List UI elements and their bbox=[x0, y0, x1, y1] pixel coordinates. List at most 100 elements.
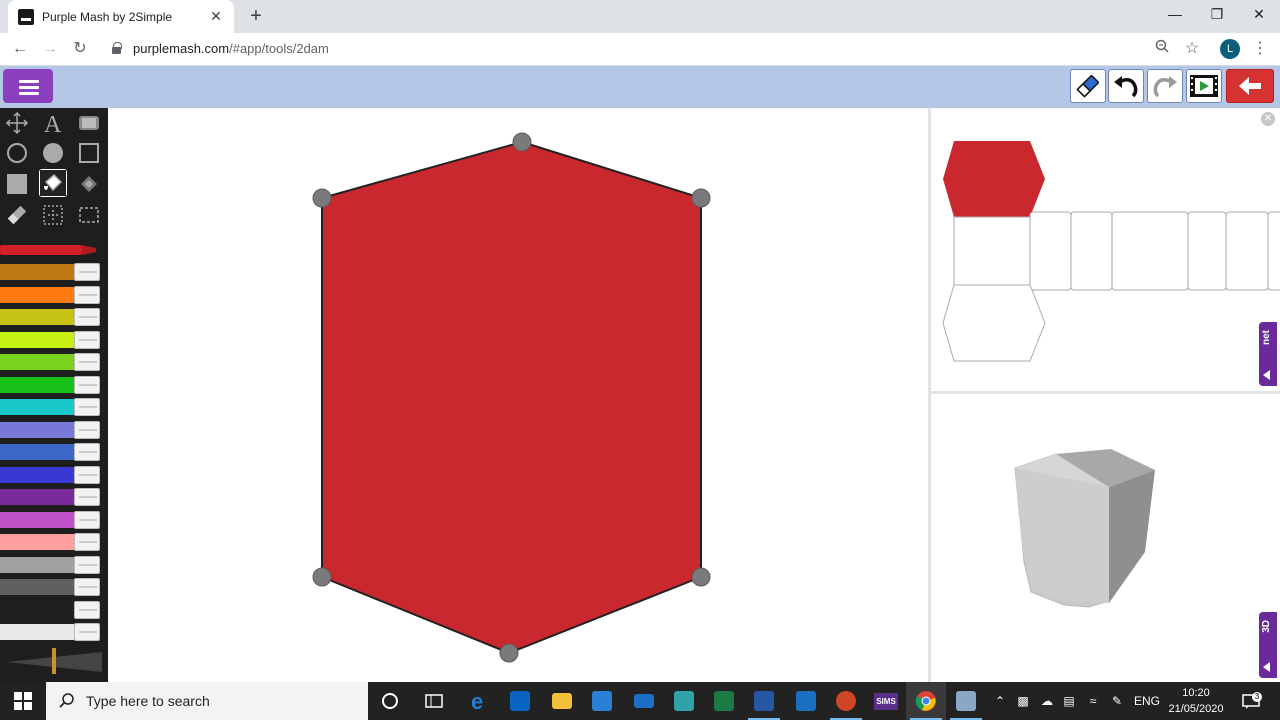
show-hidden-icons[interactable]: ⌃ bbox=[990, 682, 1010, 720]
tab-3d[interactable]: 3D bbox=[1259, 612, 1277, 678]
tab-net[interactable]: net bbox=[1259, 322, 1277, 386]
pattern-fill-icon[interactable] bbox=[76, 171, 102, 197]
bookmark-star-icon[interactable]: ☆ bbox=[1180, 37, 1204, 61]
system-clock[interactable]: 10:20 21/05/2020 bbox=[1164, 685, 1228, 717]
store-icon[interactable] bbox=[582, 682, 622, 720]
colour-pen[interactable] bbox=[0, 600, 102, 620]
marquee-icon[interactable] bbox=[76, 202, 102, 228]
remote-icon[interactable] bbox=[786, 682, 826, 720]
vertex-handle[interactable] bbox=[499, 643, 519, 663]
colour-pen[interactable] bbox=[0, 532, 102, 552]
url-host: purplemash.com bbox=[133, 41, 230, 56]
sway-icon[interactable] bbox=[664, 682, 704, 720]
colour-pen[interactable] bbox=[0, 577, 102, 597]
file-explorer-icon[interactable] bbox=[542, 682, 582, 720]
colour-pen[interactable] bbox=[0, 397, 102, 417]
wifi-icon[interactable]: ≈ bbox=[1082, 682, 1104, 720]
edge-icon[interactable]: e bbox=[460, 682, 500, 720]
colour-pen[interactable] bbox=[0, 285, 102, 305]
colour-pen[interactable] bbox=[0, 352, 102, 372]
eraser-icon[interactable] bbox=[1070, 69, 1106, 103]
server-icon[interactable] bbox=[946, 682, 986, 720]
3d-model[interactable] bbox=[931, 397, 1280, 682]
colour-pen[interactable] bbox=[0, 420, 102, 440]
brush-size-slider[interactable] bbox=[4, 646, 104, 676]
sims-icon[interactable]: SIMS bbox=[866, 682, 906, 720]
minimize-button[interactable]: — bbox=[1154, 0, 1196, 30]
new-tab-button[interactable]: + bbox=[244, 4, 268, 28]
chrome-menu-icon[interactable]: ⋮ bbox=[1248, 37, 1272, 61]
pen-icon[interactable]: ✎ bbox=[1106, 682, 1128, 720]
vertex-handle[interactable] bbox=[312, 567, 332, 587]
restore-button[interactable]: ❐ bbox=[1196, 0, 1238, 30]
address-bar[interactable]: purplemash.com/#app/tools/2dam bbox=[133, 41, 329, 56]
collapse-arrow-icon bbox=[1263, 370, 1270, 380]
select-icon[interactable] bbox=[40, 202, 66, 228]
outlook-icon[interactable] bbox=[500, 682, 540, 720]
back-arrow-icon[interactable] bbox=[1226, 69, 1274, 103]
excel-icon[interactable] bbox=[704, 682, 744, 720]
chrome-icon[interactable] bbox=[906, 682, 946, 720]
fill-bucket-icon[interactable] bbox=[39, 169, 67, 197]
drawing-canvas[interactable] bbox=[108, 108, 928, 682]
colour-pen[interactable] bbox=[0, 465, 102, 485]
network-icon[interactable]: ▤ bbox=[1058, 682, 1080, 720]
colour-pen[interactable] bbox=[0, 510, 102, 530]
text-icon[interactable]: A bbox=[40, 110, 66, 136]
tab-close-icon[interactable]: ✕ bbox=[208, 8, 224, 25]
close-net-icon[interactable]: ✕ bbox=[1261, 112, 1275, 126]
tab-title: Purple Mash by 2Simple bbox=[42, 9, 173, 24]
app-menu-button[interactable] bbox=[3, 69, 53, 103]
vertex-handle[interactable] bbox=[512, 132, 532, 152]
notifications-icon[interactable]: 3 bbox=[1238, 682, 1264, 720]
colour-pen[interactable] bbox=[0, 487, 102, 507]
task-view-icon[interactable] bbox=[414, 682, 454, 720]
vertex-handle[interactable] bbox=[691, 567, 711, 587]
profile-avatar[interactable]: L bbox=[1220, 39, 1240, 59]
colour-pen[interactable] bbox=[0, 375, 102, 395]
vertex-handle[interactable] bbox=[691, 188, 711, 208]
cortana-icon[interactable] bbox=[370, 682, 410, 720]
zoom-icon[interactable] bbox=[1150, 37, 1174, 61]
windows-start-icon[interactable] bbox=[0, 682, 46, 720]
circle-filled-icon[interactable] bbox=[40, 140, 66, 166]
square-outline-icon[interactable] bbox=[76, 140, 102, 166]
powerpoint-icon[interactable] bbox=[826, 682, 866, 720]
stamp-icon[interactable] bbox=[76, 110, 102, 136]
colour-pen[interactable] bbox=[0, 330, 102, 350]
browser-tab-strip: Purple Mash by 2Simple ✕ + — ❐ ✕ bbox=[0, 0, 1280, 33]
selected-colour-pen[interactable] bbox=[0, 242, 96, 258]
clock-time: 10:20 bbox=[1182, 687, 1210, 699]
app-toolbar bbox=[0, 66, 1280, 108]
shape-svg bbox=[312, 132, 711, 663]
square-filled-icon[interactable] bbox=[4, 171, 30, 197]
reload-icon[interactable]: ↻ bbox=[68, 37, 92, 61]
mail-icon[interactable] bbox=[624, 682, 664, 720]
forward-icon[interactable]: → bbox=[38, 37, 62, 61]
battery-icon[interactable]: ▩ bbox=[1012, 682, 1034, 720]
back-icon[interactable]: ← bbox=[8, 37, 32, 61]
play-film-icon[interactable] bbox=[1186, 69, 1222, 103]
net-preview bbox=[942, 141, 1280, 362]
move-icon[interactable] bbox=[4, 110, 30, 136]
colour-pen[interactable] bbox=[0, 307, 102, 327]
lock-icon bbox=[112, 42, 122, 54]
taskbar-search-input[interactable]: Type here to search bbox=[46, 682, 368, 720]
redo-icon[interactable] bbox=[1147, 69, 1183, 103]
word-icon[interactable] bbox=[744, 682, 784, 720]
hexagon-shape[interactable] bbox=[321, 140, 702, 655]
browser-tab[interactable]: Purple Mash by 2Simple ✕ bbox=[8, 0, 234, 33]
colour-pen[interactable] bbox=[0, 622, 102, 642]
vertex-handle[interactable] bbox=[312, 188, 332, 208]
url-path: /#app/tools/2dam bbox=[229, 41, 329, 56]
undo-icon[interactable] bbox=[1108, 69, 1144, 103]
language-indicator[interactable]: ENG bbox=[1130, 682, 1164, 720]
eraser-tool-icon[interactable] bbox=[4, 202, 30, 228]
circle-outline-icon[interactable] bbox=[4, 140, 30, 166]
onedrive-icon[interactable]: ☁ bbox=[1036, 682, 1058, 720]
colour-pen[interactable] bbox=[0, 262, 102, 282]
colour-pen[interactable] bbox=[0, 555, 102, 575]
windows-taskbar: Type here to search e SIMS ⌃ ▩ ☁ ▤ ≈ ✎ E… bbox=[0, 682, 1280, 720]
colour-pen[interactable] bbox=[0, 442, 102, 462]
close-window-button[interactable]: ✕ bbox=[1238, 0, 1280, 30]
